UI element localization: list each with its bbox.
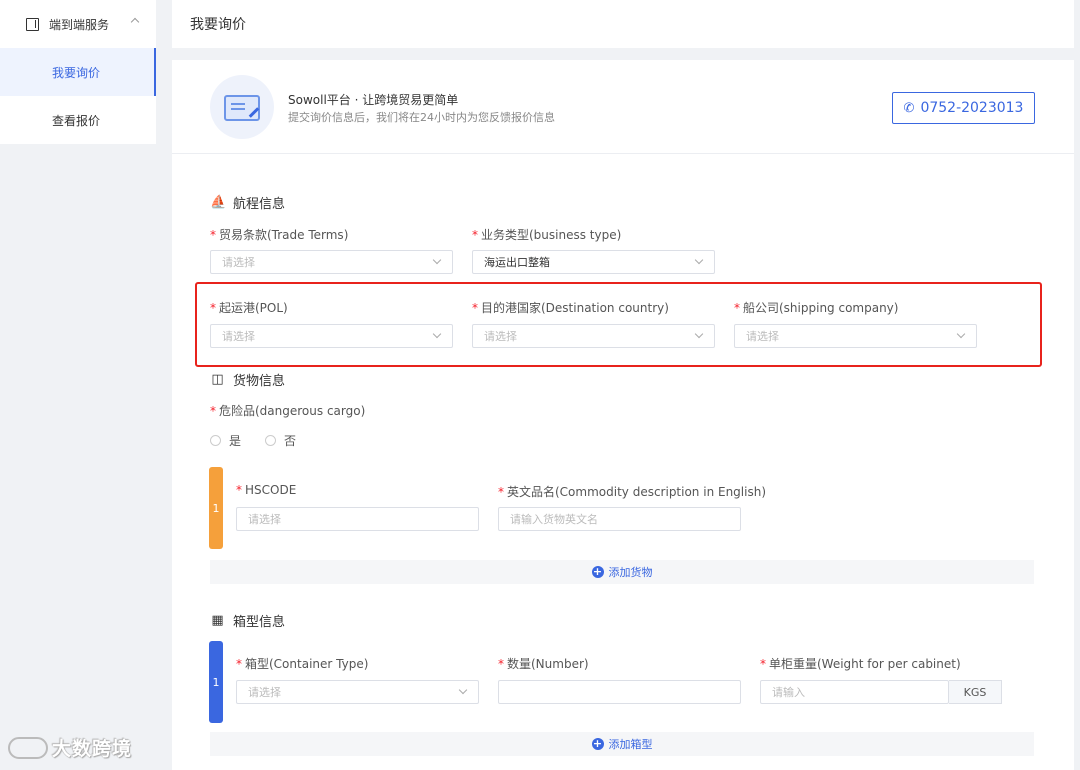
- sidebar: 端到端服务 我要询价 查看报价 大数跨境: [0, 0, 156, 770]
- watermark-text: 大数跨境: [52, 738, 133, 760]
- container-row-number: 1: [209, 641, 223, 723]
- number-label: * 数量(Number): [498, 657, 589, 671]
- hero-subtitle: 提交询价信息后，我们将在24小时内为您反馈报价信息: [288, 111, 555, 124]
- add-cargo-label: 添加货物: [608, 566, 653, 579]
- sidebar-item-label: 我要询价: [52, 65, 101, 80]
- number-input[interactable]: [498, 680, 741, 704]
- radio-circle: [210, 435, 221, 446]
- page-title: 我要询价: [190, 17, 246, 33]
- section-container: ▦ 箱型信息: [210, 611, 285, 630]
- commodity-input[interactable]: 请输入货物英文名: [498, 507, 741, 531]
- section-container-title: 箱型信息: [233, 615, 286, 630]
- section-voyage-title: 航程信息: [233, 197, 286, 212]
- weight-label: * 单柜重量(Weight for per cabinet): [760, 657, 961, 671]
- container-icon: ▦: [211, 613, 224, 628]
- business-type-select[interactable]: 海运出口整箱: [472, 250, 715, 274]
- radio-label: 否: [284, 434, 297, 448]
- sidebar-item-label: 查看报价: [52, 113, 101, 128]
- cargo-row-number: 1: [209, 467, 223, 549]
- section-cargo-title: 货物信息: [233, 374, 286, 389]
- phone-icon: ✆: [903, 100, 915, 116]
- watermark-logo-icon: [8, 736, 48, 759]
- weight-input[interactable]: 请输入: [760, 680, 949, 704]
- phone-button[interactable]: ✆ 0752-2023013: [892, 92, 1035, 124]
- plus-circle-icon: +: [591, 737, 604, 750]
- weight-unit-suffix: KGS: [949, 680, 1002, 704]
- watermark: 大数跨境: [8, 734, 132, 761]
- phone-number: 0752-2023013: [920, 100, 1024, 116]
- panel-icon: [26, 17, 39, 31]
- section-voyage: ⛵ 航程信息: [210, 193, 285, 212]
- sidebar-group-label: 端到端服务: [49, 17, 110, 32]
- plus-circle-icon: +: [591, 565, 604, 578]
- chevron-up-icon: [130, 17, 140, 27]
- add-cargo-button[interactable]: + 添加货物: [210, 560, 1034, 584]
- inquiry-document-icon: [210, 75, 274, 139]
- add-container-label: 添加箱型: [608, 738, 653, 751]
- hscode-label: * HSCODE: [236, 483, 297, 497]
- commodity-label: * 英文品名(Commodity description in English): [498, 485, 766, 499]
- add-container-button[interactable]: + 添加箱型: [210, 732, 1034, 756]
- ship-icon: ⛵: [210, 195, 227, 210]
- dangerous-no-radio[interactable]: 否: [265, 432, 296, 449]
- dangerous-yes-radio[interactable]: 是: [210, 432, 241, 449]
- chevron-down-icon: [432, 255, 442, 265]
- inquiry-form-card: Sowoll平台 · 让跨境贸易更简单 提交询价信息后，我们将在24小时内为您反…: [172, 60, 1074, 770]
- sidebar-item-inquiry[interactable]: 我要询价: [0, 48, 156, 96]
- box-icon: ◫: [211, 372, 224, 387]
- hscode-input[interactable]: 请选择: [236, 507, 479, 531]
- dangerous-cargo-label: * 危险品(dangerous cargo): [210, 404, 366, 418]
- highlight-box: [195, 282, 1042, 367]
- business-type-label: * 业务类型(business type): [472, 228, 622, 242]
- sidebar-group-end-to-end[interactable]: 端到端服务: [0, 0, 156, 48]
- section-cargo: ◫ 货物信息: [210, 370, 285, 389]
- sidebar-panel: 端到端服务 我要询价 查看报价: [0, 0, 156, 144]
- trade-terms-select[interactable]: 请选择: [210, 250, 453, 274]
- trade-terms-label: * 贸易条款(Trade Terms): [210, 228, 349, 242]
- container-type-label: * 箱型(Container Type): [236, 657, 369, 671]
- hero-banner: Sowoll平台 · 让跨境贸易更简单 提交询价信息后，我们将在24小时内为您反…: [172, 60, 1074, 154]
- radio-label: 是: [229, 434, 242, 448]
- sidebar-item-quotes[interactable]: 查看报价: [0, 96, 156, 144]
- radio-circle: [265, 435, 276, 446]
- page-header: 我要询价: [172, 0, 1074, 48]
- container-type-select[interactable]: 请选择: [236, 680, 479, 704]
- hero-title: Sowoll平台 · 让跨境贸易更简单: [288, 93, 459, 107]
- chevron-down-icon: [458, 685, 468, 695]
- chevron-down-icon: [694, 255, 704, 265]
